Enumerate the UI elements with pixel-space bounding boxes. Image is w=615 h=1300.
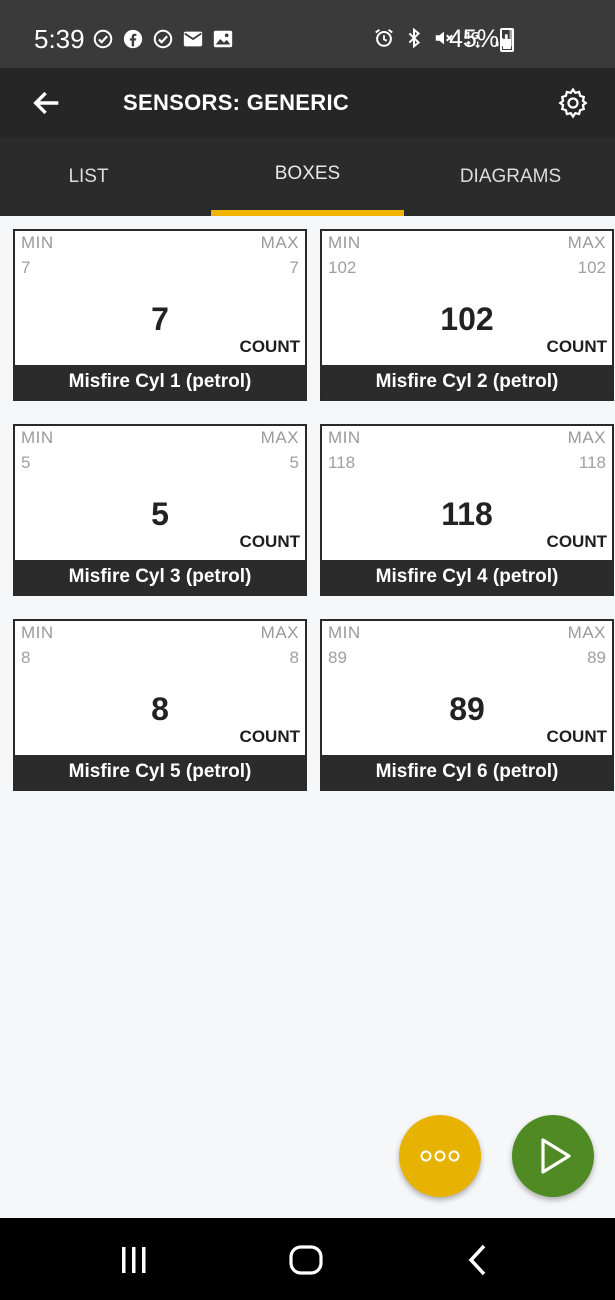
system-nav-bar <box>0 1218 615 1300</box>
unit-label: COUNT <box>546 532 607 551</box>
sensor-card-body: MIN MAX 5 5 5 COUNT <box>15 426 305 560</box>
sensor-card-body: MIN MAX 118 118 118 COUNT <box>322 426 612 560</box>
back-nav-icon[interactable] <box>458 1240 498 1280</box>
current-value: 7 <box>151 301 169 337</box>
home-icon[interactable] <box>286 1240 326 1280</box>
max-label: MAX <box>567 623 606 642</box>
sensor-name: Misfire Cyl 4 (petrol) <box>322 560 612 594</box>
sensor-card-body: MIN MAX 89 89 89 COUNT <box>322 621 612 755</box>
tab-diagrams[interactable]: DIAGRAMS <box>423 138 598 216</box>
min-value: 5 <box>21 453 31 472</box>
status-notification-icons <box>92 28 234 50</box>
more-dots-icon <box>420 1150 460 1162</box>
current-value: 8 <box>151 691 169 727</box>
min-value: 118 <box>328 453 356 472</box>
bluetooth-icon <box>408 27 421 49</box>
max-label: MAX <box>567 428 606 447</box>
min-value: 102 <box>328 258 357 277</box>
current-value: 118 <box>441 496 493 532</box>
tab-bar: LIST BOXES DIAGRAMS <box>0 138 615 216</box>
min-label: MIN <box>21 623 54 642</box>
sensor-card-body: MIN MAX 102 102 102 COUNT <box>322 231 612 365</box>
check-circle-icon <box>93 29 113 49</box>
sensor-name: Misfire Cyl 2 (petrol) <box>322 365 612 399</box>
back-arrow-icon[interactable] <box>30 86 64 120</box>
current-value: 89 <box>449 691 485 727</box>
sensor-name: Misfire Cyl 3 (petrol) <box>15 560 305 594</box>
sensor-card[interactable]: MIN MAX 8 8 8 COUNT Misfire Cyl 5 (petro… <box>13 619 307 791</box>
mail-icon <box>183 31 203 47</box>
max-value: 102 <box>577 258 606 277</box>
current-value: 5 <box>151 496 169 532</box>
min-label: MIN <box>21 428 54 447</box>
max-value: 118 <box>578 453 606 472</box>
sensor-card[interactable]: MIN MAX 89 89 89 COUNT Misfire Cyl 6 (pe… <box>320 619 614 791</box>
start-button[interactable] <box>512 1115 594 1197</box>
sensor-card-body: MIN MAX 7 7 7 COUNT <box>15 231 305 365</box>
alarm-icon <box>375 28 393 47</box>
active-tab-indicator <box>211 210 404 216</box>
check-circle-icon <box>153 29 173 49</box>
max-value: 8 <box>289 648 299 667</box>
unit-label: COUNT <box>239 727 300 746</box>
current-value: 102 <box>440 301 494 337</box>
battery-percent: 45% <box>449 25 500 53</box>
sensor-name: Misfire Cyl 5 (petrol) <box>15 755 305 789</box>
tab-boxes[interactable]: BOXES <box>211 138 404 216</box>
tab-list[interactable]: LIST <box>0 138 177 216</box>
min-label: MIN <box>328 623 361 642</box>
sensor-card[interactable]: MIN MAX 118 118 118 COUNT Misfire Cyl 4 … <box>320 424 614 596</box>
battery-icon <box>500 28 514 52</box>
min-label: MIN <box>328 428 361 447</box>
sensor-card-body: MIN MAX 8 8 8 COUNT <box>15 621 305 755</box>
unit-label: COUNT <box>239 337 300 356</box>
max-label: MAX <box>260 233 299 252</box>
app-bar: SENSORS: GENERIC <box>0 68 615 138</box>
max-label: MAX <box>260 623 299 642</box>
facebook-icon <box>123 29 143 49</box>
sensor-card[interactable]: MIN MAX 5 5 5 COUNT Misfire Cyl 3 (petro… <box>13 424 307 596</box>
gear-icon[interactable] <box>556 86 590 120</box>
image-icon <box>213 30 233 48</box>
min-label: MIN <box>21 233 54 252</box>
min-value: 7 <box>21 258 31 277</box>
page-title: SENSORS: GENERIC <box>123 90 350 115</box>
min-value: 89 <box>328 648 347 667</box>
max-value: 5 <box>289 453 299 472</box>
more-options-button[interactable] <box>399 1115 481 1197</box>
recent-apps-icon[interactable] <box>114 1240 154 1280</box>
sensor-name: Misfire Cyl 1 (petrol) <box>15 365 305 399</box>
max-label: MAX <box>260 428 299 447</box>
sensor-name: Misfire Cyl 6 (petrol) <box>322 755 612 789</box>
max-label: MAX <box>567 233 606 252</box>
unit-label: COUNT <box>546 337 607 356</box>
unit-label: COUNT <box>546 727 607 746</box>
min-value: 8 <box>21 648 31 667</box>
status-bar: 5:39 4G 45% <box>0 0 615 68</box>
sensor-card[interactable]: MIN MAX 7 7 7 COUNT Misfire Cyl 1 (petro… <box>13 229 307 401</box>
play-icon <box>541 1138 571 1174</box>
min-label: MIN <box>328 233 361 252</box>
unit-label: COUNT <box>239 532 300 551</box>
status-time: 5:39 <box>34 24 85 54</box>
max-value: 89 <box>587 648 606 667</box>
sensor-card[interactable]: MIN MAX 102 102 102 COUNT Misfire Cyl 2 … <box>320 229 614 401</box>
max-value: 7 <box>289 258 299 277</box>
